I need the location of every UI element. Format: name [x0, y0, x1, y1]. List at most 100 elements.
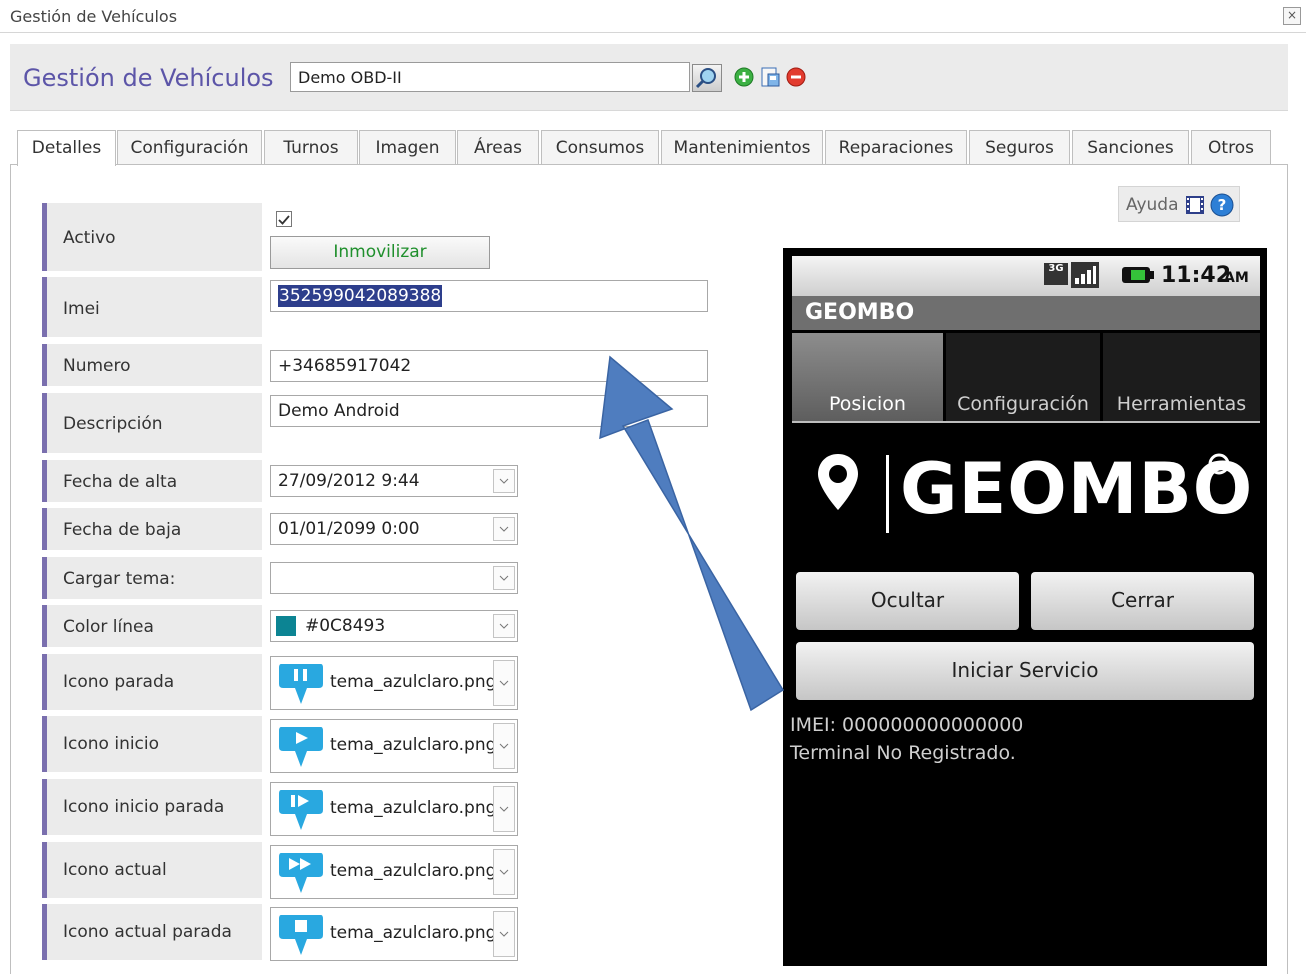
add-icon[interactable] [733, 66, 755, 88]
fecha-alta-label-cell: Fecha de alta [42, 460, 262, 502]
iniciar-servicio-button[interactable]: Iniciar Servicio [796, 642, 1254, 700]
window-titlebar: Gestión de Vehículos × [0, 0, 1306, 33]
numero-field[interactable]: +34685917042 [270, 350, 708, 382]
fecha-baja-select[interactable]: 01/01/2099 0:00 [270, 513, 518, 545]
phone-tab-herramientas-label: Herramientas [1116, 393, 1247, 415]
icono-parada-label-cell: Icono parada [42, 654, 262, 710]
chevron-down-icon[interactable] [493, 786, 515, 832]
phone-tab-herramientas[interactable]: Herramientas [1103, 333, 1260, 421]
pause-pin-icon [279, 664, 323, 704]
tab-reparaciones[interactable]: Reparaciones [825, 130, 967, 164]
icono-inicio-label: Icono inicio [63, 734, 160, 754]
page-title: Gestión de Vehículos [23, 64, 274, 92]
icono-actual-label-cell: Icono actual [42, 842, 262, 898]
signal-icon [1071, 262, 1099, 288]
chevron-down-icon[interactable] [493, 849, 515, 895]
cargar-tema-label: Cargar tema: [63, 569, 176, 589]
color-swatch [276, 616, 296, 636]
icono-inicio-label-cell: Icono inicio [42, 716, 262, 772]
search-button[interactable] [692, 64, 722, 92]
tab-turnos[interactable]: Turnos [264, 130, 358, 164]
ocultar-button[interactable]: Ocultar [796, 572, 1019, 630]
tab-imagen[interactable]: Imagen [359, 130, 456, 164]
chevron-down-icon[interactable] [493, 660, 515, 706]
numero-label-cell: Numero [42, 344, 262, 386]
registered-circle-icon [1208, 453, 1230, 475]
phone-imei-line: IMEI: 000000000000000 [790, 714, 1024, 736]
network-badge: 3G [1044, 263, 1068, 285]
tab-configuracion[interactable]: Configuración [117, 130, 262, 164]
phone-tab-posicion-label: Posicion [829, 393, 906, 415]
color-linea-value: #0C8493 [305, 616, 386, 636]
imei-label-cell: Imei [42, 277, 262, 337]
color-linea-label-cell: Color línea [42, 605, 262, 647]
location-pin-icon [818, 454, 858, 510]
icono-inicio-parada-label-cell: Icono inicio parada [42, 779, 262, 835]
tab-seguros[interactable]: Seguros [969, 130, 1070, 164]
help-button[interactable]: Ayuda ? [1118, 186, 1240, 222]
cargar-tema-select[interactable] [270, 562, 518, 594]
activo-label-cell: Activo [42, 203, 262, 271]
geombo-logo-text: GEOMBO [900, 448, 1254, 530]
icono-inicio-parada-value: tema_azulclaro.png [330, 798, 497, 818]
chevron-down-icon[interactable] [493, 723, 515, 769]
delete-icon[interactable] [785, 66, 807, 88]
chevron-down-icon[interactable] [493, 469, 515, 493]
tab-sanciones[interactable]: Sanciones [1072, 130, 1189, 164]
icono-actual-parada-label: Icono actual parada [63, 922, 232, 942]
checkmark-icon [278, 215, 290, 225]
icono-inicio-parada-label: Icono inicio parada [63, 797, 225, 817]
icono-actual-select[interactable]: tema_azulclaro.png [270, 845, 518, 899]
chevron-down-icon[interactable] [493, 566, 515, 590]
descripcion-field[interactable]: Demo Android [270, 395, 708, 427]
tab-mantenimientos[interactable]: Mantenimientos [661, 130, 823, 164]
icono-actual-parada-select[interactable]: tema_azulclaro.png [270, 907, 518, 961]
phone-status-bar: 3G 11:42 AM [792, 256, 1260, 296]
icono-inicio-parada-select[interactable]: tema_azulclaro.png [270, 782, 518, 836]
vehicle-search-input[interactable]: Demo OBD-II [290, 62, 690, 92]
imei-field[interactable]: 352599042089388 [270, 280, 708, 312]
chevron-down-icon[interactable] [493, 614, 515, 638]
icono-parada-select[interactable]: tema_azulclaro.png [270, 656, 518, 710]
save-icon[interactable] [759, 66, 781, 88]
film-icon [1186, 196, 1204, 214]
battery-icon [1122, 267, 1154, 283]
icono-inicio-select[interactable]: tema_azulclaro.png [270, 719, 518, 773]
phone-tab-underline [792, 421, 1260, 423]
tab-consumos[interactable]: Consumos [541, 130, 659, 164]
descripcion-label-cell: Descripción [42, 393, 262, 453]
color-linea-select[interactable]: #0C8493 [270, 610, 518, 642]
phone-app-bar: GEOMBO [792, 296, 1260, 330]
phone-ampm: AM [1224, 270, 1249, 286]
pause-play-pin-icon [279, 790, 323, 830]
activo-checkbox[interactable] [276, 211, 292, 227]
icono-parada-value: tema_azulclaro.png [330, 672, 497, 692]
chevron-down-icon[interactable] [493, 517, 515, 541]
cerrar-button[interactable]: Cerrar [1031, 572, 1254, 630]
svg-text:?: ? [1218, 196, 1227, 214]
fecha-alta-select[interactable]: 27/09/2012 9:44 [270, 465, 518, 497]
descripcion-label: Descripción [63, 414, 163, 434]
inmovilizar-button[interactable]: Inmovilizar [270, 236, 490, 269]
window-title: Gestión de Vehículos [10, 7, 178, 26]
numero-label: Numero [63, 356, 131, 376]
phone-status-line: Terminal No Registrado. [790, 742, 1016, 764]
icono-actual-label: Icono actual [63, 860, 167, 880]
tab-otros[interactable]: Otros [1191, 130, 1271, 164]
tab-areas[interactable]: Áreas [457, 130, 539, 164]
tab-detalles[interactable]: Detalles [17, 130, 116, 166]
cargar-tema-label-cell: Cargar tema: [42, 557, 262, 599]
fecha-baja-label: Fecha de baja [63, 520, 182, 540]
icono-actual-value: tema_azulclaro.png [330, 861, 497, 881]
phone-tab-configuracion-label: Configuración [957, 393, 1089, 415]
chevron-down-icon[interactable] [493, 911, 515, 957]
fecha-alta-label: Fecha de alta [63, 472, 178, 492]
icono-parada-label: Icono parada [63, 672, 175, 692]
stop-pin-icon [279, 915, 323, 955]
color-linea-label: Color línea [63, 617, 154, 637]
phone-tab-configuracion[interactable]: Configuración [946, 333, 1100, 421]
phone-tab-posicion[interactable]: Posicion [792, 333, 943, 421]
window-close-button[interactable]: × [1283, 7, 1301, 25]
activo-label: Activo [63, 228, 116, 248]
fecha-baja-value: 01/01/2099 0:00 [278, 519, 420, 539]
